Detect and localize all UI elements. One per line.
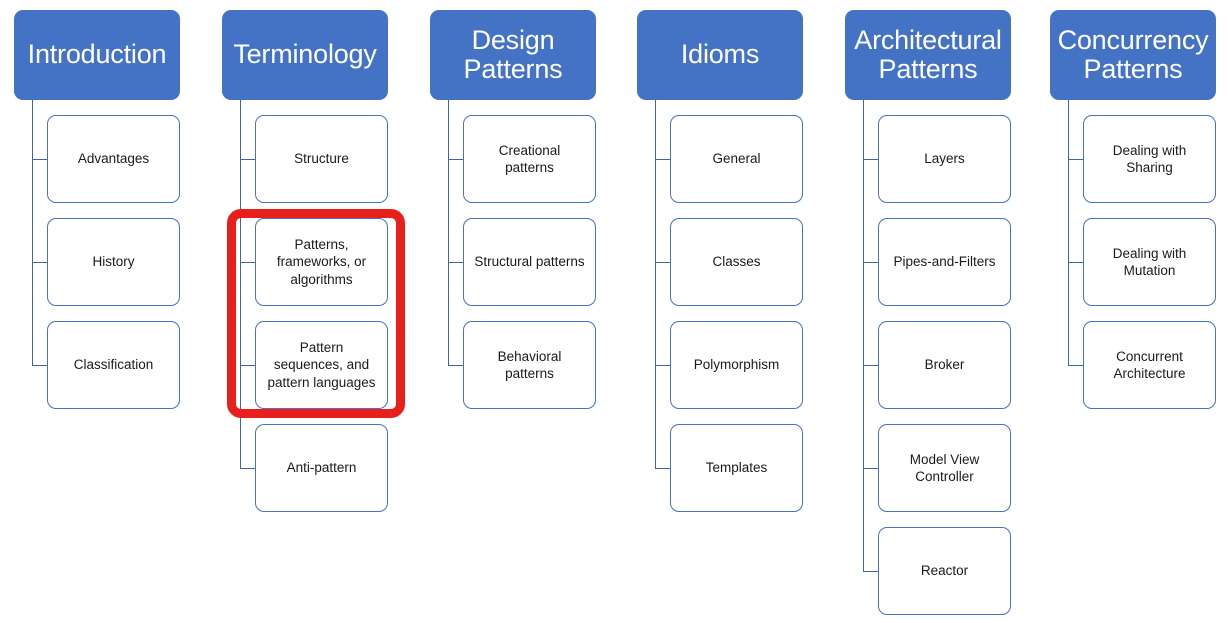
connector-stub — [1068, 365, 1083, 367]
node-terminology-3[interactable]: Anti-pattern — [255, 424, 388, 512]
connector-trunk — [863, 100, 865, 573]
header-node-introduction[interactable]: Introduction — [14, 10, 180, 100]
connector-stub — [1068, 159, 1083, 161]
header-node-design-patterns[interactable]: Design Patterns — [430, 10, 596, 100]
connector-stub — [448, 365, 463, 367]
node-label: General — [712, 151, 761, 167]
connector-stub — [655, 468, 670, 470]
connector-trunk — [1068, 100, 1070, 367]
connector-stub — [240, 262, 255, 264]
node-terminology-0[interactable]: Structure — [255, 115, 388, 203]
column-idioms: Idioms General Classes Polymorphism Template… — [637, 0, 803, 623]
connector-trunk — [240, 100, 242, 470]
header-label-terminology: Terminology — [233, 39, 377, 70]
node-terminology-2[interactable]: Pattern sequences, and pattern languages — [255, 321, 388, 409]
connector-stub — [655, 262, 670, 264]
node-label: Dealing with Sharing — [1112, 142, 1187, 175]
connector-stub — [1068, 262, 1083, 264]
header-node-terminology[interactable]: Terminology — [222, 10, 388, 100]
connector-stub — [655, 159, 670, 161]
header-label-introduction: Introduction — [27, 39, 167, 70]
connector-trunk — [655, 100, 657, 470]
node-label: Structural patterns — [474, 254, 585, 270]
node-label: Polymorphism — [693, 357, 780, 373]
node-concurrency-patterns-1[interactable]: Dealing with Mutation — [1083, 218, 1216, 306]
connector-stub — [32, 365, 47, 367]
node-introduction-2[interactable]: Classification — [47, 321, 180, 409]
connector-stub — [863, 262, 878, 264]
node-architectural-patterns-1[interactable]: Pipes-and-Filters — [878, 218, 1011, 306]
node-introduction-1[interactable]: History — [47, 218, 180, 306]
node-label: Advantages — [77, 151, 150, 167]
connector-stub — [863, 159, 878, 161]
column-design-patterns: Design Patterns Creational patterns Struct… — [430, 0, 596, 623]
mindmap-canvas: Introduction Advantages History Classificat… — [0, 0, 1228, 623]
node-label: Creational patterns — [498, 142, 561, 175]
node-architectural-patterns-4[interactable]: Reactor — [878, 527, 1011, 615]
connector-stub — [240, 468, 255, 470]
connector-stub — [863, 571, 878, 573]
connector-stub — [448, 159, 463, 161]
node-label: Pipes-and-Filters — [893, 254, 996, 270]
column-terminology: Terminology Structure Patterns, frameworks… — [222, 0, 388, 623]
connector-stub — [448, 262, 463, 264]
connector-trunk — [32, 100, 34, 367]
column-concurrency-patterns: Concurrency Patterns Dealing with Sharing… — [1050, 0, 1216, 623]
node-label: Classification — [73, 357, 154, 373]
node-label: Layers — [924, 151, 965, 167]
header-label-architectural-patterns: Architectural Patterns — [854, 24, 1002, 84]
connector-stub — [32, 262, 47, 264]
node-label: Classes — [712, 254, 761, 270]
header-node-architectural-patterns[interactable]: Architectural Patterns — [845, 10, 1011, 100]
node-label: Behavioral patterns — [497, 348, 562, 381]
node-design-patterns-0[interactable]: Creational patterns — [463, 115, 596, 203]
node-idioms-3[interactable]: Templates — [670, 424, 803, 512]
node-label: History — [92, 254, 135, 270]
node-concurrency-patterns-2[interactable]: Concurrent Architecture — [1083, 321, 1216, 409]
connector-stub — [655, 365, 670, 367]
node-label: Structure — [294, 151, 349, 167]
node-idioms-2[interactable]: Polymorphism — [670, 321, 803, 409]
column-architectural-patterns: Architectural Patterns Layers Pipes-and-Fi… — [845, 0, 1011, 623]
header-label-idioms: Idioms — [680, 39, 760, 70]
node-label: Concurrent Architecture — [1113, 348, 1186, 381]
node-label: Broker — [924, 357, 965, 373]
connector-stub — [240, 365, 255, 367]
node-introduction-0[interactable]: Advantages — [47, 115, 180, 203]
connector-stub — [863, 468, 878, 470]
column-introduction: Introduction Advantages History Classificat… — [14, 0, 180, 623]
node-design-patterns-1[interactable]: Structural patterns — [463, 218, 596, 306]
header-node-concurrency-patterns[interactable]: Concurrency Patterns — [1050, 10, 1216, 100]
node-label: Dealing with Mutation — [1112, 245, 1187, 278]
connector-stub — [32, 159, 47, 161]
node-architectural-patterns-0[interactable]: Layers — [878, 115, 1011, 203]
node-architectural-patterns-3[interactable]: Model View Controller — [878, 424, 1011, 512]
node-idioms-0[interactable]: General — [670, 115, 803, 203]
node-terminology-1[interactable]: Patterns, frameworks, or algorithms — [255, 218, 388, 306]
header-label-design-patterns: Design Patterns — [463, 24, 563, 84]
connector-stub — [863, 365, 878, 367]
header-node-idioms[interactable]: Idioms — [637, 10, 803, 100]
connector-trunk — [448, 100, 450, 367]
connector-stub — [240, 159, 255, 161]
node-label: Model View Controller — [909, 451, 980, 484]
node-design-patterns-2[interactable]: Behavioral patterns — [463, 321, 596, 409]
header-label-concurrency-patterns: Concurrency Patterns — [1057, 24, 1209, 84]
node-idioms-1[interactable]: Classes — [670, 218, 803, 306]
node-label: Patterns, frameworks, or algorithms — [276, 237, 367, 287]
node-concurrency-patterns-0[interactable]: Dealing with Sharing — [1083, 115, 1216, 203]
node-label: Anti-pattern — [286, 460, 357, 476]
node-label: Reactor — [920, 563, 969, 579]
node-label: Templates — [705, 460, 768, 476]
node-label: Pattern sequences, and pattern languages — [267, 340, 376, 390]
node-architectural-patterns-2[interactable]: Broker — [878, 321, 1011, 409]
